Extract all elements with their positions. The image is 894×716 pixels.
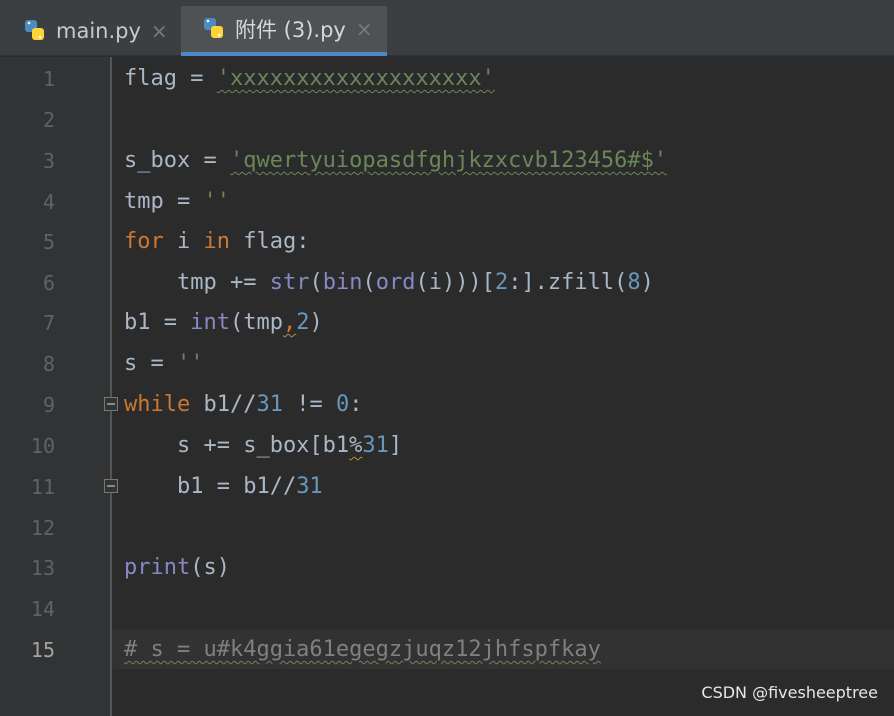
code-line-6: tmp += str(bin(ord(i)))[2:].zfill(8): [124, 270, 654, 295]
line-number: 10: [30, 434, 55, 458]
gutter-separator: [110, 57, 112, 716]
line-number: 3: [42, 149, 55, 173]
line-number: 6: [42, 271, 55, 295]
editor-tab-bar: main.py × 附件 (3).py ×: [0, 0, 894, 56]
code-editor[interactable]: 1 2 3 4 5 6 7 8 9 10 11 12 13 14 15 flag…: [0, 57, 894, 716]
tab-label: main.py: [56, 19, 141, 43]
tab-attachment-py[interactable]: 附件 (3).py ×: [181, 6, 387, 56]
code-line-15: # s = u#k4ggia61egegzjuqz12jhfspfkay: [124, 637, 601, 662]
line-number: 1: [42, 67, 55, 91]
line-number: 4: [42, 190, 55, 214]
line-number: 9: [42, 393, 55, 417]
line-number: 14: [30, 597, 55, 621]
code-line-3: s_box = 'qwertyuiopasdfghjkzxcvb123456#$…: [124, 148, 668, 173]
code-line-8: s = '': [124, 351, 204, 376]
line-number: 12: [30, 516, 55, 540]
python-file-icon: [201, 16, 227, 42]
code-line-5: for i in flag:: [124, 229, 310, 254]
code-line-9: while b1//31 != 0:: [124, 392, 363, 417]
line-number: 13: [30, 556, 55, 580]
fold-toggle-icon[interactable]: [104, 397, 118, 411]
code-line-11: b1 = b1//31: [124, 474, 323, 499]
line-number: 7: [42, 311, 55, 335]
code-line-10: s += s_box[b1%31]: [124, 433, 403, 458]
code-line-13: print(s): [124, 555, 230, 580]
python-file-icon: [22, 18, 48, 44]
line-number: 2: [42, 108, 55, 132]
tab-main-py[interactable]: main.py ×: [0, 6, 180, 56]
close-icon[interactable]: ×: [356, 17, 373, 41]
line-number-current: 15: [30, 638, 55, 662]
code-line-4: tmp = '': [124, 189, 230, 214]
line-number: 11: [30, 475, 55, 499]
tab-label: 附件 (3).py: [235, 18, 346, 42]
line-number-gutter: 1 2 3 4 5 6 7 8 9 10 11 12 13 14 15: [0, 57, 110, 716]
code-line-7: b1 = int(tmp,2): [124, 310, 323, 335]
watermark: CSDN @fivesheeptree: [701, 683, 878, 702]
fold-end-icon[interactable]: [104, 479, 118, 493]
line-number: 5: [42, 230, 55, 254]
line-number: 8: [42, 352, 55, 376]
code-line-1: flag = 'xxxxxxxxxxxxxxxxxxx': [124, 66, 495, 91]
close-icon[interactable]: ×: [151, 19, 168, 43]
